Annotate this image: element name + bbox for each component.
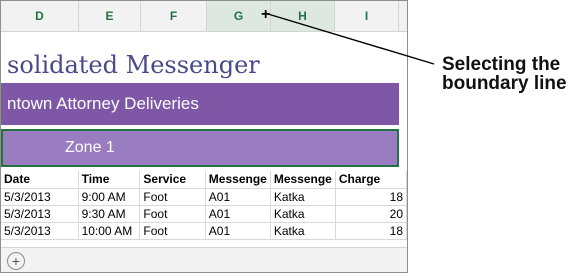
callout-label: Selecting the boundary line: [442, 55, 575, 93]
callout-pointer-line: [267, 13, 435, 65]
callout-line-1: Selecting the: [442, 54, 561, 75]
callout-line-2: boundary line: [442, 73, 567, 94]
